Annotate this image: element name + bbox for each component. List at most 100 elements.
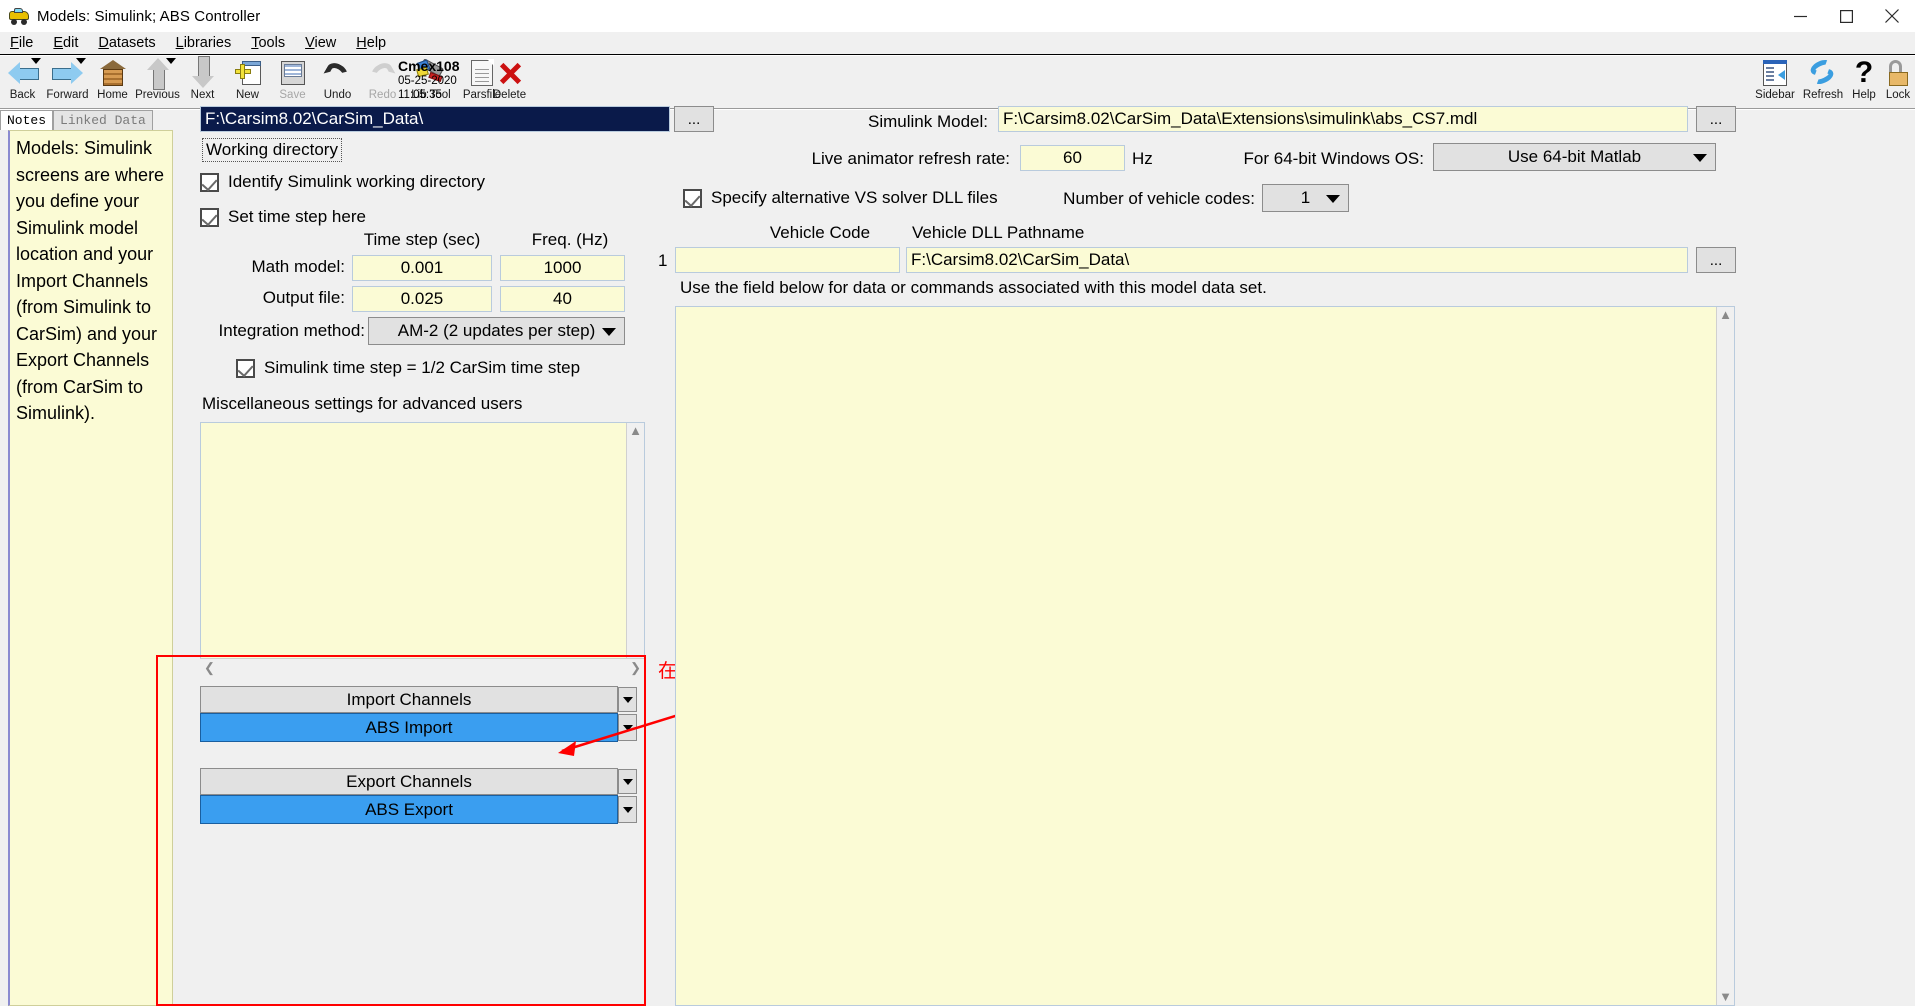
misc-settings-vscrollbar[interactable]: ▲ ▼ bbox=[626, 423, 644, 671]
close-icon[interactable] bbox=[1869, 0, 1915, 32]
set-time-step-checkbox[interactable] bbox=[200, 207, 219, 227]
menu-libraries[interactable]: Libraries bbox=[166, 35, 242, 51]
simulink-model-browse-button[interactable]: ... bbox=[1696, 106, 1736, 132]
chevron-down-icon bbox=[1693, 154, 1707, 162]
identify-working-dir-checkbox[interactable] bbox=[200, 172, 219, 192]
num-vehicle-codes-value: 1 bbox=[1300, 188, 1311, 207]
toolbar-back-label: Back bbox=[9, 89, 36, 101]
misc-settings-textarea[interactable]: ▲ ▼ bbox=[200, 422, 645, 672]
toolbar-home-button[interactable]: Home bbox=[90, 56, 135, 109]
os-bits-value: Use 64-bit Matlab bbox=[1507, 147, 1642, 166]
toolbar-new-label: New bbox=[235, 89, 259, 101]
simulink-model-label: Simulink Model: bbox=[868, 112, 988, 131]
toolbar-new-button[interactable]: New bbox=[225, 56, 270, 109]
minimize-icon[interactable] bbox=[1777, 0, 1823, 32]
output-file-freq-input[interactable]: 40 bbox=[500, 286, 625, 312]
output-file-time-step-input[interactable]: 0.025 bbox=[352, 286, 492, 312]
toolbar-sidebar-button[interactable]: Sidebar bbox=[1751, 56, 1799, 109]
working-directory-input[interactable]: F:\Carsim8.02\CarSim_Data\ bbox=[200, 106, 670, 132]
notes-tabs: Notes Linked Data bbox=[0, 110, 180, 130]
chevron-down-icon bbox=[30, 58, 41, 64]
misc-settings-label: Miscellaneous settings for advanced user… bbox=[202, 394, 523, 413]
half-time-step-checkbox-row[interactable]: Simulink time step = 1/2 CarSim time ste… bbox=[236, 358, 580, 378]
num-vehicle-codes-label: Number of vehicle codes: bbox=[1063, 189, 1255, 208]
identify-working-dir-checkbox-row[interactable]: Identify Simulink working directory bbox=[200, 172, 485, 192]
toolbar-delete-label: Delete bbox=[492, 89, 527, 101]
math-model-freq-input[interactable]: 1000 bbox=[500, 255, 625, 281]
integration-method-value: AM-2 (2 updates per step) bbox=[397, 321, 596, 340]
tab-linked-data[interactable]: Linked Data bbox=[53, 110, 153, 130]
toolbar-refresh-label: Refresh bbox=[1802, 89, 1844, 101]
tab-notes[interactable]: Notes bbox=[0, 110, 54, 130]
commands-field-label: Use the field below for data or commands… bbox=[680, 278, 1267, 297]
maximize-icon[interactable] bbox=[1823, 0, 1869, 32]
scroll-down-icon[interactable]: ▼ bbox=[1719, 989, 1732, 1005]
identify-working-dir-label: Identify Simulink working directory bbox=[228, 172, 485, 191]
menu-bar: File Edit Datasets Libraries Tools View … bbox=[0, 32, 1915, 55]
vehicle-row-index: 1 bbox=[658, 251, 668, 270]
vehicle-dll-column-header: Vehicle DLL Pathname bbox=[912, 223, 1085, 242]
toolbar-sidebar-label: Sidebar bbox=[1755, 89, 1795, 101]
vehicle-code-column-header: Vehicle Code bbox=[769, 223, 871, 242]
menu-tools[interactable]: Tools bbox=[241, 35, 295, 51]
live-animator-unit: Hz bbox=[1132, 149, 1153, 168]
notes-panel: Notes Linked Data Models: Simulink scree… bbox=[0, 110, 180, 1006]
menu-view[interactable]: View bbox=[295, 35, 346, 51]
scroll-up-icon[interactable]: ▲ bbox=[1719, 307, 1732, 323]
toolbar-lock-button[interactable]: Lock bbox=[1881, 56, 1915, 109]
chevron-down-icon bbox=[1326, 195, 1340, 203]
toolbar-help-button[interactable]: ? Help bbox=[1847, 56, 1881, 109]
toolbar-next-label: Next bbox=[190, 89, 215, 101]
menu-file[interactable]: File bbox=[0, 35, 43, 51]
menu-datasets[interactable]: Datasets bbox=[88, 35, 165, 51]
notes-text[interactable]: Models: Simulink screens are where you d… bbox=[8, 130, 173, 1006]
toolbar-undo-label: Undo bbox=[323, 89, 352, 101]
commands-vscrollbar[interactable]: ▲ ▼ bbox=[1716, 307, 1734, 1005]
toolbar-delete-button[interactable]: Delete bbox=[487, 56, 532, 109]
toolbar-refresh-button[interactable]: Refresh bbox=[1799, 56, 1847, 109]
back-arrow-icon bbox=[3, 56, 43, 89]
toolbar-back-button[interactable]: Back bbox=[0, 56, 45, 109]
commands-textarea[interactable]: ▲ ▼ bbox=[675, 306, 1735, 1006]
up-arrow-icon bbox=[138, 56, 178, 90]
toolbar-save-button[interactable]: Save bbox=[270, 56, 315, 109]
window-title: Models: Simulink; ABS Controller bbox=[37, 7, 261, 25]
toolbar-forward-label: Forward bbox=[46, 89, 89, 101]
math-model-row-label: Math model: bbox=[251, 257, 345, 276]
integration-method-select[interactable]: AM-2 (2 updates per step) bbox=[368, 317, 625, 345]
output-file-row-label: Output file: bbox=[262, 288, 345, 307]
set-time-step-checkbox-row[interactable]: Set time step here bbox=[200, 207, 366, 227]
scroll-up-icon[interactable]: ▲ bbox=[629, 423, 642, 439]
menu-edit[interactable]: Edit bbox=[43, 35, 88, 51]
math-model-time-step-input[interactable]: 0.001 bbox=[352, 255, 492, 281]
vehicle-dll-browse-button[interactable]: ... bbox=[1696, 247, 1736, 273]
toolbar-next-button[interactable]: Next bbox=[180, 56, 225, 109]
os-bits-select[interactable]: Use 64-bit Matlab bbox=[1433, 143, 1716, 171]
toolbar-forward-button[interactable]: Forward bbox=[45, 56, 90, 109]
live-animator-input[interactable]: 60 bbox=[1020, 145, 1125, 171]
chevron-down-icon bbox=[165, 58, 176, 64]
vehicle-code-input[interactable] bbox=[675, 247, 900, 273]
working-directory-browse-button[interactable]: ... bbox=[674, 106, 714, 132]
simulink-model-input[interactable]: F:\Carsim8.02\CarSim_Data\Extensions\sim… bbox=[998, 106, 1688, 132]
vehicle-dll-path-input[interactable]: F:\Carsim8.02\CarSim_Data\ bbox=[906, 247, 1688, 273]
specify-dll-checkbox-row[interactable]: Specify alternative VS solver DLL files bbox=[683, 188, 998, 208]
menu-help[interactable]: Help bbox=[346, 35, 396, 51]
home-icon bbox=[93, 56, 133, 89]
parsfile-name: Cmex108 bbox=[398, 58, 460, 74]
specify-dll-checkbox[interactable] bbox=[683, 188, 702, 208]
time-step-column-header: Time step (sec) bbox=[363, 230, 481, 249]
toolbar-undo-button[interactable]: Undo bbox=[315, 56, 360, 109]
notes-scrollbar[interactable] bbox=[0, 130, 8, 1006]
car-icon bbox=[8, 7, 30, 25]
specify-dll-label: Specify alternative VS solver DLL files bbox=[711, 188, 998, 207]
toolbar-previous-button[interactable]: Previous bbox=[135, 56, 180, 109]
toolbar-save-label: Save bbox=[279, 89, 306, 101]
floppy-disk-icon bbox=[273, 56, 313, 89]
num-vehicle-codes-select[interactable]: 1 bbox=[1262, 184, 1349, 212]
half-time-step-label: Simulink time step = 1/2 CarSim time ste… bbox=[264, 358, 581, 377]
undo-arrow-icon bbox=[318, 56, 358, 89]
forward-arrow-icon bbox=[48, 56, 88, 89]
live-animator-label: Live animator refresh rate: bbox=[811, 149, 1010, 168]
half-time-step-checkbox[interactable] bbox=[236, 358, 255, 378]
